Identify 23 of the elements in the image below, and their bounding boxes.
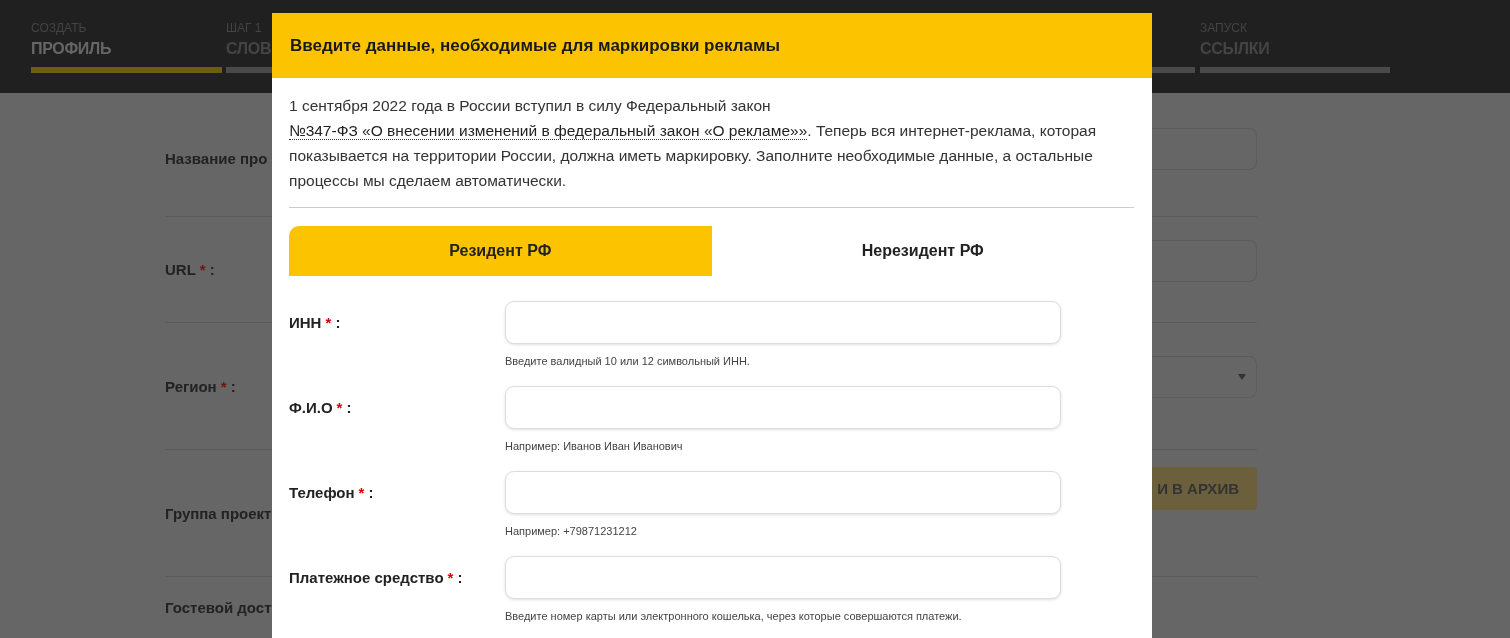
intro-paragraph: 1 сентября 2022 года в России вступил в силу Федеральный закон №347-ФЗ «О внесении изменений в федеральный закон «О рекламе»». Теперь вся интернет-реклама, которая показывается на территории России, должна иметь маркировку. Заполните необходимые данные, а остальные процессы мы сделаем автоматически.	[289, 96, 1098, 191]
form-label: Гостевой дост	[165, 599, 272, 616]
input-field[interactable]	[1152, 239, 1257, 282]
dialog-title: Введите данные, необходимые для маркировки рекламы	[272, 13, 1152, 78]
law-link[interactable]: №347-ФЗ «О внесении изменений в федеральный закон «О рекламе»»	[289, 122, 808, 140]
field-label: Ф.И.О * :	[289, 398, 353, 418]
select-field[interactable]	[1152, 356, 1257, 398]
caret-icon	[1238, 374, 1246, 380]
field-label: Телефон * :	[289, 483, 375, 503]
field-label: ИНН * :	[289, 313, 342, 333]
field-hint: Введите валидный 10 или 12 символьный ИНН.	[505, 355, 751, 367]
input-field[interactable]	[1152, 128, 1257, 170]
archive-button[interactable]: И В АРХИВ	[1152, 466, 1257, 510]
field-hint: Введите номер карты или электронного кошелька, через которые совершаются платежи.	[505, 610, 963, 622]
form-label: Название про	[165, 149, 268, 167]
form-label: URL * :	[165, 261, 215, 278]
form-label: Группа проект	[165, 504, 272, 522]
form-label: Регион * :	[165, 377, 236, 395]
field-hint: Например: Иванов Иван Иванович	[505, 440, 684, 452]
field-label: Платежное средство * :	[289, 568, 464, 588]
residency-tab[interactable]: Резидент РФ	[289, 226, 712, 276]
step-title[interactable]: ПРОФИЛЬ	[31, 40, 222, 64]
field-hint: Например: +79871231212	[505, 525, 638, 537]
